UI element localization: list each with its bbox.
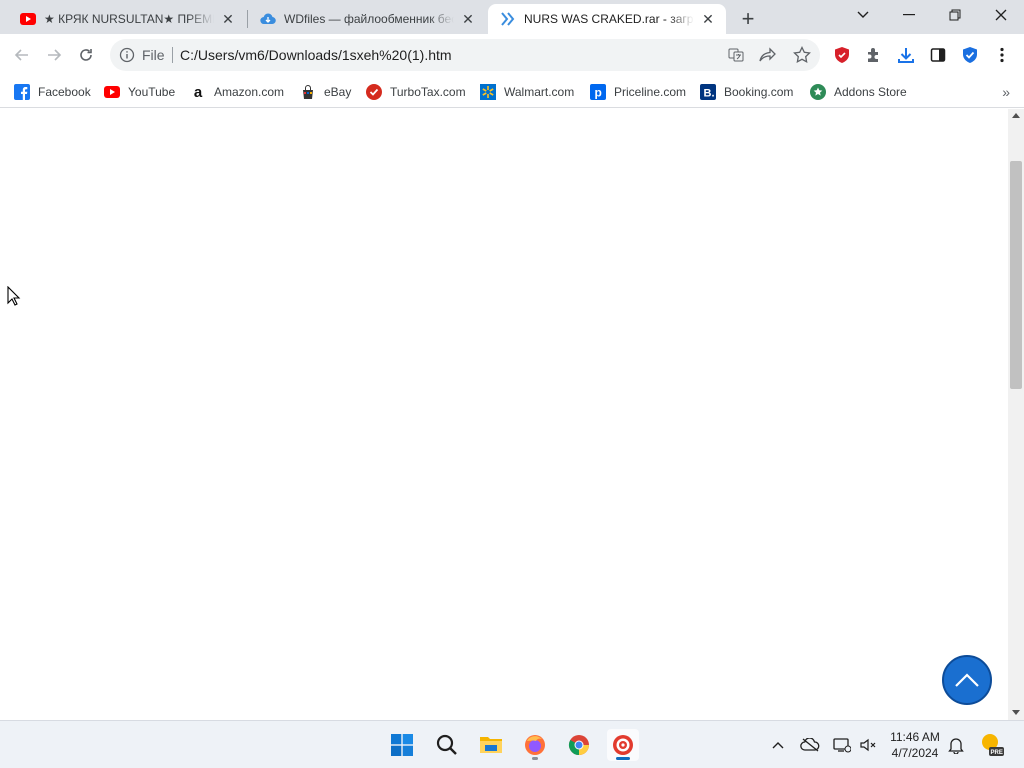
bookmark-label: TurboTax.com [390, 85, 466, 99]
priceline-icon: p [590, 84, 606, 100]
weather-icon[interactable]: PRE [980, 731, 1004, 757]
bookmark-star-icon[interactable] [792, 45, 812, 65]
divider [172, 47, 173, 63]
start-icon[interactable] [386, 729, 418, 761]
close-tab-icon[interactable]: ✕ [700, 11, 716, 27]
bookmark-label: Priceline.com [614, 85, 687, 99]
bookmark-walmart[interactable]: Walmart.com [480, 81, 574, 103]
scroll-up-arrow-icon[interactable] [1012, 113, 1020, 118]
bookmark-addons-store[interactable]: Addons Store [810, 81, 907, 103]
bookmark-label: Addons Store [834, 85, 907, 99]
bookmark-youtube[interactable]: YouTube [104, 81, 175, 103]
weather-badge-label: PRE [991, 750, 1003, 756]
share-icon[interactable] [758, 45, 778, 65]
tray-overflow-chevron-icon[interactable] [768, 735, 788, 755]
url-text[interactable]: C:/Users/vm6/Downloads/1sxeh%20(1).htm [180, 47, 452, 63]
youtube-icon [104, 84, 120, 100]
shield-extension-icon[interactable] [828, 41, 856, 69]
bookmark-booking[interactable]: B. Booking.com [700, 81, 793, 103]
network-icon[interactable] [832, 735, 852, 755]
tab-wdfiles[interactable]: WDfiles — файлообменник бесплатно ✕ [248, 4, 486, 34]
ebay-icon [300, 84, 316, 100]
booking-icon: B. [700, 84, 716, 100]
bookmarks-bar: Facebook YouTube a Amazon.com eBay Turbo… [0, 76, 1024, 108]
tab-title: NURS WAS CRAKED.rar - загрузка [524, 12, 694, 26]
tab-strip: ★ КРЯК NURSULTAN★ ПРЕМИУМ ✕ WDfiles — фа… [0, 0, 1024, 34]
facebook-icon [14, 84, 30, 100]
active-indicator [616, 757, 630, 760]
page-content [0, 109, 1008, 720]
cloud-icon [260, 11, 276, 27]
turbotax-icon [366, 84, 382, 100]
address-bar[interactable]: File C:/Users/vm6/Downloads/1sxeh%20(1).… [110, 39, 820, 71]
addons-icon [810, 84, 826, 100]
new-tab-button[interactable]: + [736, 6, 760, 31]
side-panel-icon[interactable] [924, 41, 952, 69]
svg-text:p: p [595, 86, 602, 100]
chrome-icon[interactable] [563, 729, 595, 761]
youtube-icon [20, 11, 36, 27]
bookmark-label: eBay [324, 85, 352, 99]
reload-button[interactable] [72, 41, 100, 69]
bookmark-priceline[interactable]: p Priceline.com [590, 81, 686, 103]
bookmark-label: Facebook [38, 85, 91, 99]
clock-date: 4/7/2024 [891, 746, 939, 760]
chevron-up-icon [955, 673, 979, 687]
bookmark-label: Booking.com [724, 85, 794, 99]
info-icon[interactable] [118, 46, 136, 64]
security-extension-icon[interactable] [956, 41, 984, 69]
tab-nursultan[interactable]: ★ КРЯК NURSULTAN★ ПРЕМИУМ ✕ [8, 4, 246, 34]
bookmark-amazon[interactable]: a Amazon.com [190, 81, 284, 103]
extensions-puzzle-icon[interactable] [860, 41, 888, 69]
forward-button[interactable] [40, 41, 68, 69]
mouse-cursor-icon [7, 286, 21, 306]
notification-bell-icon[interactable] [946, 735, 966, 755]
walmart-icon [480, 84, 496, 100]
volume-muted-icon[interactable] [858, 735, 878, 755]
more-bookmarks-icon[interactable]: » [1002, 84, 1010, 100]
tab-search-icon[interactable] [840, 0, 886, 30]
running-indicator [532, 757, 538, 760]
app-icon[interactable] [607, 729, 639, 761]
system-clock[interactable]: 11:46 AM 4/7/2024 [884, 729, 946, 761]
scroll-to-top-button[interactable] [942, 655, 992, 705]
translate-icon[interactable] [726, 45, 746, 65]
bookmark-label: Walmart.com [504, 85, 575, 99]
back-button[interactable] [8, 41, 36, 69]
close-window-button[interactable] [978, 0, 1024, 30]
tab-title: ★ КРЯК NURSULTAN★ ПРЕМИУМ [44, 12, 214, 26]
windows-taskbar: 11:46 AM 4/7/2024 PRE [0, 720, 1024, 768]
firefox-icon[interactable] [519, 729, 551, 761]
restore-button[interactable] [932, 0, 978, 30]
vertical-scrollbar[interactable] [1008, 109, 1024, 720]
close-tab-icon[interactable]: ✕ [220, 11, 236, 27]
menu-kebab-icon[interactable] [988, 41, 1016, 69]
scheme-label: File [142, 47, 165, 63]
tab-nurs-rar[interactable]: NURS WAS CRAKED.rar - загрузка ✕ [488, 4, 726, 34]
amazon-icon: a [193, 83, 203, 101]
chevrons-icon [500, 11, 516, 27]
browser-toolbar: File C:/Users/vm6/Downloads/1sxeh%20(1).… [0, 34, 1024, 76]
download-icon[interactable] [892, 41, 920, 69]
file-explorer-icon[interactable] [475, 729, 507, 761]
tab-title: WDfiles — файлообменник бесплатно [284, 12, 454, 26]
bookmark-label: YouTube [128, 85, 176, 99]
minimize-button[interactable] [886, 0, 932, 30]
bookmark-turbotax[interactable]: TurboTax.com [366, 81, 466, 103]
scrollbar-thumb[interactable] [1010, 161, 1022, 389]
bookmark-ebay[interactable]: eBay [300, 81, 351, 103]
scroll-down-arrow-icon[interactable] [1012, 710, 1020, 715]
svg-text:B.: B. [704, 88, 715, 100]
onedrive-cloud-icon[interactable] [800, 735, 820, 755]
search-icon[interactable] [431, 729, 463, 761]
bookmark-facebook[interactable]: Facebook [14, 81, 91, 103]
close-tab-icon[interactable]: ✕ [460, 11, 476, 27]
bookmark-label: Amazon.com [214, 85, 285, 99]
clock-time: 11:46 AM [890, 730, 940, 744]
